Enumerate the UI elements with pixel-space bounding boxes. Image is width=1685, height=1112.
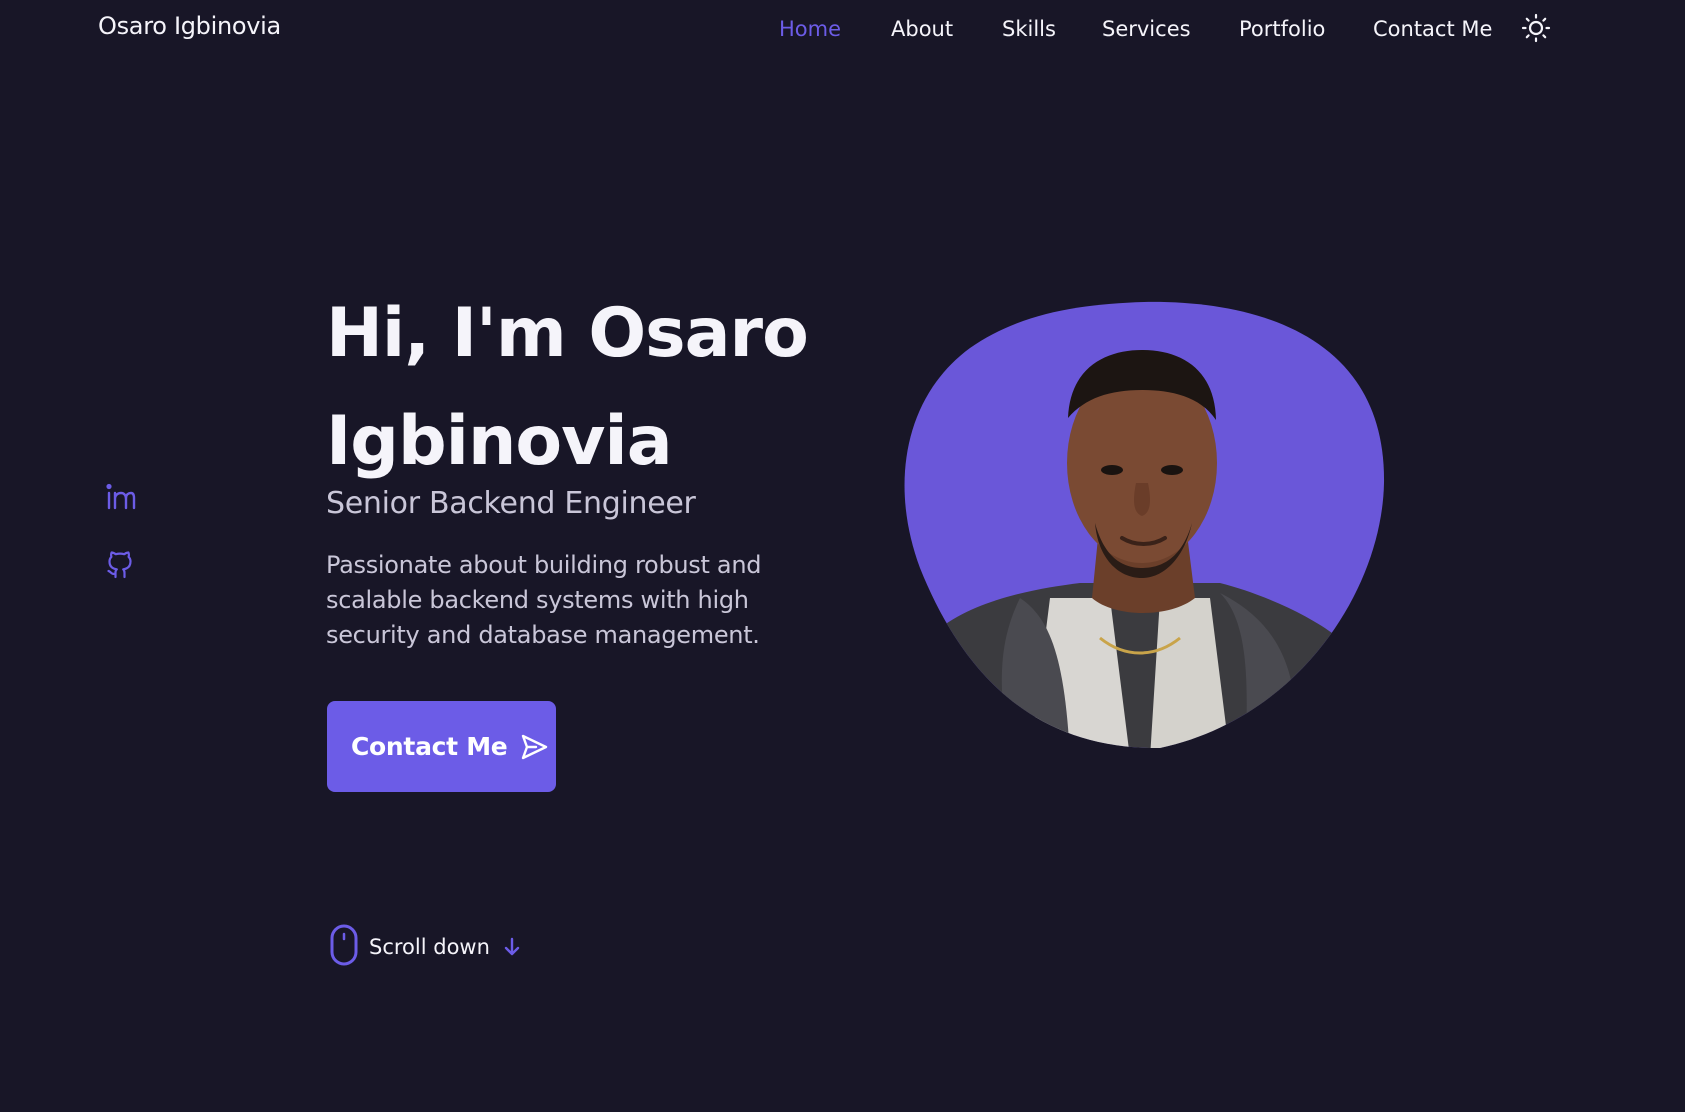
site-header: Osaro Igbinovia Home About Skills Servic…: [0, 0, 1685, 58]
nav-contact-me[interactable]: Contact Me: [1373, 15, 1492, 45]
nav-portfolio[interactable]: Portfolio: [1239, 15, 1325, 45]
portfolio-page: Osaro Igbinovia Home About Skills Servic…: [0, 0, 1685, 1112]
arrow-down-icon: [502, 937, 522, 957]
profile-photo: [900, 298, 1386, 750]
site-logo[interactable]: Osaro Igbinovia: [98, 12, 281, 40]
hero-description: Passionate about building robust and sca…: [326, 551, 762, 649]
contact-me-button[interactable]: Contact Me: [327, 701, 556, 792]
hero-title-line1: Hi, I'm Osaro: [326, 294, 809, 373]
nav-home[interactable]: Home: [779, 15, 841, 45]
nav-services[interactable]: Services: [1102, 15, 1191, 45]
scroll-down-link[interactable]: Scroll down: [329, 924, 522, 970]
hero-title: Hi, I'm Osaro Igbinovia: [326, 280, 886, 496]
hero-subtitle: Senior Backend Engineer: [326, 486, 696, 521]
send-icon: [519, 732, 549, 762]
scroll-down-label: Scroll down: [369, 935, 490, 959]
sun-icon[interactable]: [1521, 13, 1551, 43]
github-icon[interactable]: [104, 548, 136, 580]
mouse-icon: [329, 924, 359, 970]
contact-me-button-label: Contact Me: [351, 732, 508, 761]
hero-title-line2: Igbinovia: [326, 402, 673, 481]
nav-about[interactable]: About: [891, 15, 953, 45]
linkedin-icon[interactable]: [104, 481, 136, 513]
nav-skills[interactable]: Skills: [1002, 15, 1056, 45]
